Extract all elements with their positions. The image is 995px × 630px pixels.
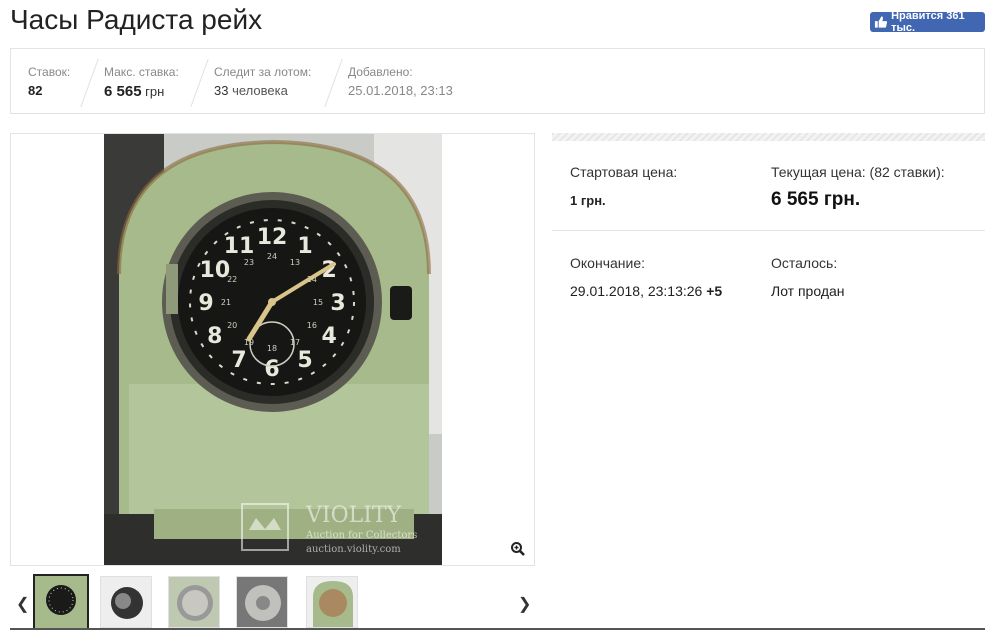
dial-numeral: 9 xyxy=(198,291,213,316)
dial-numeral: 1 xyxy=(297,234,312,259)
bids-stat: Ставок: 82 xyxy=(28,65,70,98)
like-count: Нравится 361 тыс. xyxy=(891,10,965,34)
watermark-tagline: Auction for Collectors xyxy=(305,530,417,541)
divider xyxy=(324,59,343,107)
dial-24h-numeral: 15 xyxy=(313,298,323,307)
dial-numeral: 7 xyxy=(231,348,246,373)
thumbnail[interactable] xyxy=(100,576,152,628)
thumbnail[interactable] xyxy=(168,576,220,628)
thumbnail[interactable] xyxy=(236,576,288,628)
watchers-label: Следит за лотом: xyxy=(214,65,312,79)
zoom-in-icon[interactable] xyxy=(510,541,526,557)
dial-24h-numeral: 17 xyxy=(290,338,300,347)
facebook-like-button[interactable]: Нравится 361 тыс. xyxy=(870,10,985,34)
dial-24h-numeral: 21 xyxy=(221,298,231,307)
thumbnail[interactable] xyxy=(306,576,358,628)
page-title: Часы Радиста рейх xyxy=(10,4,263,35)
dial-24h-numeral: 24 xyxy=(267,252,277,261)
bids-value: 82 xyxy=(28,83,43,98)
bids-label: Ставок: xyxy=(28,65,71,79)
dial-numeral: 4 xyxy=(322,324,337,349)
remaining-label: Осталось: xyxy=(771,255,838,271)
dial-24h-numeral: 13 xyxy=(290,258,300,267)
dial-numeral: 3 xyxy=(330,291,345,316)
end-timezone: +5 xyxy=(706,283,723,299)
lot-stats-bar: Ставок: 82 Макс. ставка: 6 565 грн Следи… xyxy=(10,48,985,114)
chevron-left-icon[interactable]: ❮ xyxy=(16,594,29,614)
dial-numeral: 12 xyxy=(257,225,288,250)
dial-numeral: 8 xyxy=(207,324,222,349)
thumbs-up-icon xyxy=(874,16,888,28)
end-label: Окончание: xyxy=(570,255,645,271)
start-price-label: Стартовая цена: xyxy=(570,164,678,180)
divider xyxy=(552,230,985,231)
end-value: 29.01.2018, 23:13:26 +5 xyxy=(570,283,722,299)
chevron-right-icon[interactable]: ❯ xyxy=(518,594,531,614)
added-label: Добавлено: xyxy=(348,65,413,79)
remaining-value: Лот продан xyxy=(771,283,845,299)
decorative-stripe xyxy=(552,133,985,141)
max-bid-stat: Макс. ставка: 6 565 грн xyxy=(104,65,179,100)
start-price-value: 1 грн. xyxy=(570,193,606,208)
dial-24h-numeral: 20 xyxy=(227,321,237,330)
dial-24h-numeral: 18 xyxy=(267,344,277,353)
added-value: 25.01.2018, 23:13 xyxy=(348,83,453,98)
dial-24h-numeral: 22 xyxy=(227,275,237,284)
divider xyxy=(190,59,209,107)
watchers-value: 33 xyxy=(214,83,229,98)
lot-photo[interactable]: 121234567891011 241314151617181920212223… xyxy=(104,134,442,565)
added-stat: Добавлено: 25.01.2018, 23:13 xyxy=(348,65,453,98)
watermark-url: auction.violity.com xyxy=(306,544,401,555)
dial-24h-numeral: 16 xyxy=(307,321,317,330)
divider xyxy=(80,59,99,107)
watermark-brand: VIOLITY xyxy=(305,503,402,528)
dial-24h-numeral: 23 xyxy=(244,258,254,267)
watchers-suffix: человека xyxy=(228,83,288,98)
watchers-stat: Следит за лотом: 33 человека xyxy=(214,65,311,98)
current-price-value: 6 565 грн. xyxy=(771,189,861,210)
main-photo-frame: 121234567891011 241314151617181920212223… xyxy=(10,133,535,566)
thumbnail-strip: ❮ ❯ xyxy=(10,572,535,630)
dial-numeral: 5 xyxy=(297,348,312,373)
end-datetime: 29.01.2018, 23:13:26 xyxy=(570,283,703,299)
lot-info-panel: Стартовая цена: 1 грн. Текущая цена: (82… xyxy=(552,133,985,323)
max-bid-value: 6 565 xyxy=(104,83,142,100)
dial-numeral: 6 xyxy=(264,357,279,382)
current-price-label: Текущая цена: (82 ставки): xyxy=(771,164,945,180)
dial-numeral: 10 xyxy=(200,258,231,283)
thumbnail[interactable] xyxy=(33,574,89,630)
max-bid-label: Макс. ставка: xyxy=(104,65,179,79)
max-bid-currency: грн xyxy=(141,84,165,99)
dial-numeral: 11 xyxy=(224,234,255,259)
